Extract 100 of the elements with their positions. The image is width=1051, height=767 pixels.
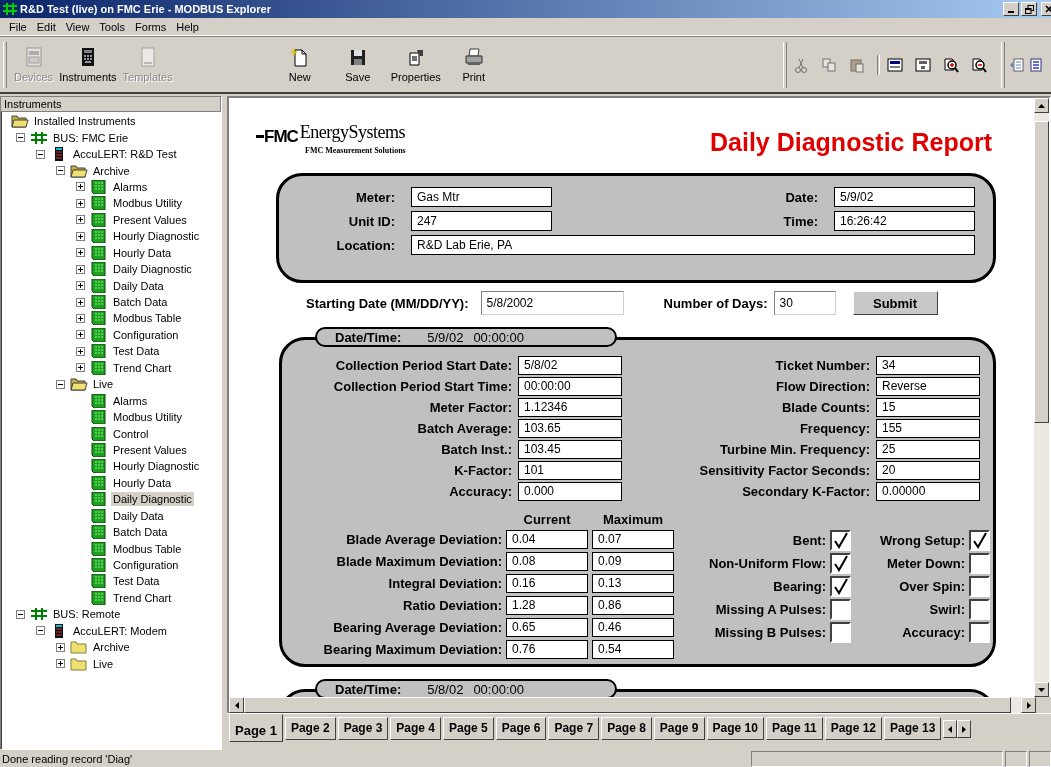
scroll-left-button[interactable] [229,697,244,713]
plus-box-icon[interactable] [76,330,85,340]
scrollbar-thumb[interactable] [1034,121,1049,423]
tree-item[interactable]: Archive [91,640,132,655]
page-tab[interactable]: Page 6 [495,717,547,740]
tree-item[interactable]: Batch Data [111,295,170,310]
text-field[interactable]: 0.00000 [876,482,980,501]
text-field[interactable]: 0.46 [592,618,674,637]
tree-item[interactable]: Test Data [111,574,162,589]
text-field[interactable]: 0.86 [592,596,674,615]
checkbox[interactable] [830,530,851,551]
plus-box-icon[interactable] [76,198,85,208]
text-field[interactable]: R&D Lab Erie, PA [411,235,975,255]
tree-item[interactable]: Hourly Diagnostic [111,229,202,244]
text-field[interactable]: Reverse [876,377,980,396]
tree-item[interactable]: Alarms [111,393,150,408]
toolbar-button[interactable]: New [270,43,329,86]
minus-box-icon[interactable] [36,149,45,159]
minus-box-icon[interactable] [56,166,65,176]
page-tab[interactable]: Page 8 [601,717,652,740]
scroll-tabs-right-button[interactable] [957,720,972,738]
tree-item[interactable]: Daily Data [111,278,166,293]
plus-box-icon[interactable] [76,363,85,373]
text-field[interactable]: 16:26:42 [834,211,975,231]
text-field[interactable]: Gas Mtr [411,187,552,207]
page-tab[interactable]: Page 1 [229,714,283,742]
plus-box-icon[interactable] [76,182,85,192]
minimize-button[interactable] [1003,2,1019,16]
checkbox[interactable] [830,576,851,597]
menu-item[interactable]: File [4,20,32,33]
plus-box-icon[interactable] [76,215,85,225]
tree-item[interactable]: Installed Instruments [32,114,138,129]
tree-item[interactable]: Hourly Diagnostic [111,459,202,474]
tree-item[interactable]: Live [91,656,116,671]
scroll-tabs-left-button[interactable] [943,720,958,738]
page-tab[interactable]: Page 2 [284,717,336,740]
page-tab[interactable]: Page 12 [824,717,882,740]
plus-box-icon[interactable] [76,248,85,258]
page-tab[interactable]: Page 13 [884,717,942,740]
date-field[interactable]: 5/8/2002 [480,291,624,315]
text-field[interactable]: 247 [411,211,552,231]
tree-item[interactable]: Daily Diagnostic [111,262,194,277]
page-tab[interactable]: Page 4 [390,717,442,740]
tree-item[interactable]: Trend Chart [111,590,174,605]
checkbox[interactable] [969,622,990,643]
checkbox[interactable] [830,622,851,643]
restore-button[interactable] [1021,2,1037,16]
menu-item[interactable]: Tools [94,20,131,33]
tree-item[interactable]: Trend Chart [111,360,174,375]
tree-item[interactable]: Hourly Data [111,475,174,490]
plus-box-icon[interactable] [76,231,85,241]
text-field[interactable]: 5/8/02 [518,356,622,375]
page-width-icon[interactable] [887,56,903,73]
tree-item[interactable]: AccuLERT: R&D Test [71,147,179,162]
toolbar-button[interactable]: Save [328,43,387,86]
tree-item[interactable]: Archive [91,163,132,178]
text-field[interactable]: 0.65 [506,618,588,637]
text-field[interactable]: 5/9/02 [834,187,975,207]
text-field[interactable]: 103.65 [518,419,622,438]
checkbox[interactable] [969,530,990,551]
page-tab[interactable]: Page 10 [706,717,764,740]
plus-box-icon[interactable] [76,264,85,274]
toolbar-button[interactable]: Print [444,43,503,86]
menu-item[interactable]: Help [171,20,204,33]
toolbar-button[interactable]: Instruments [56,43,120,86]
checkbox[interactable] [969,576,990,597]
zoom-out-icon[interactable] [971,56,987,73]
toolbar-button[interactable]: Properties [386,43,445,86]
text-field[interactable]: 34 [876,356,980,375]
tree-item[interactable]: Daily Data [111,508,166,523]
tree-item[interactable]: Configuration [111,327,181,342]
menu-item[interactable]: Edit [31,20,61,33]
tree-item[interactable]: BUS: FMC Erie [51,130,131,145]
tree-item[interactable]: Control [111,426,151,441]
scroll-up-button[interactable] [1034,98,1049,113]
text-field[interactable]: 0.04 [506,530,588,549]
tree-item[interactable]: Live [91,377,116,392]
text-field[interactable]: 103.45 [518,440,622,459]
tree-item[interactable]: Daily Diagnostic [111,492,194,507]
submit-button[interactable]: Submit [852,291,938,315]
plus-box-icon[interactable] [76,297,85,307]
minus-box-icon[interactable] [56,379,65,389]
plus-box-icon[interactable] [56,659,65,669]
plus-box-icon[interactable] [56,642,65,652]
text-field[interactable]: 0.76 [506,640,588,659]
minus-box-icon[interactable] [16,609,25,619]
tree-item[interactable]: Present Values [111,442,189,457]
tree-item[interactable]: Batch Data [111,525,170,540]
checkbox[interactable] [830,553,851,574]
checkbox[interactable] [969,599,990,620]
text-field[interactable]: 0.13 [592,574,674,593]
text-field[interactable]: 20 [876,461,980,480]
zoom-in-icon[interactable] [943,56,959,73]
actual-size-icon[interactable] [915,56,931,73]
page-tab[interactable]: Page 9 [653,717,705,740]
menu-item[interactable]: Forms [130,20,172,33]
text-field[interactable]: 101 [518,461,622,480]
tree-item[interactable]: Modbus Utility [111,196,185,211]
text-field[interactable]: 0.000 [518,482,622,501]
scroll-down-button[interactable] [1034,682,1049,697]
